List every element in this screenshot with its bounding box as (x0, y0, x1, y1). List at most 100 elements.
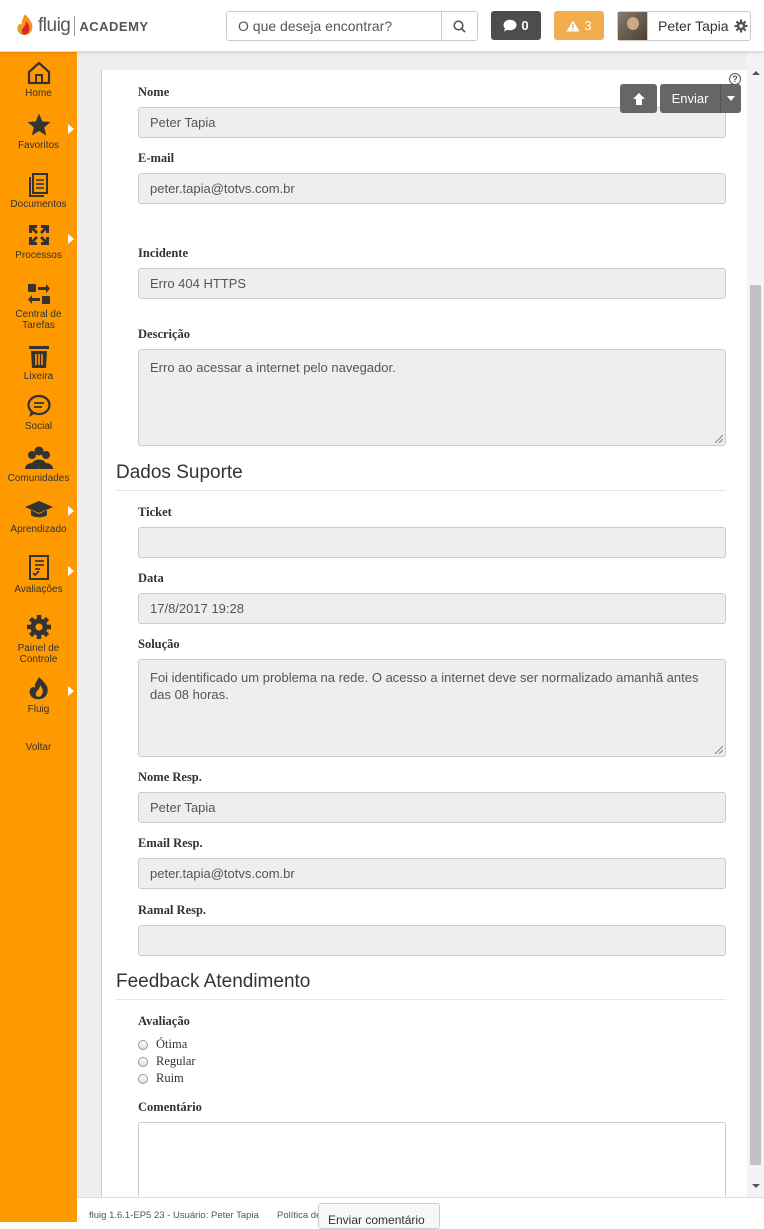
sidebar-item-label: Home (25, 88, 52, 99)
descricao-value: Erro ao acessar a internet pelo navegado… (150, 360, 396, 375)
sidebar-item-comunidades[interactable]: Comunidades (0, 445, 77, 484)
sidebar-item-home[interactable]: Home (0, 60, 77, 99)
logo-academy: ACADEMY (79, 18, 149, 34)
scroll-thumb[interactable] (750, 285, 761, 1165)
radio-button[interactable] (138, 1073, 148, 1084)
email-resp-value: peter.tapia@totvs.com.br (150, 866, 295, 881)
scroll-up-icon[interactable] (752, 71, 760, 75)
fluig-academy-logo[interactable]: fluig ACADEMY (15, 12, 149, 40)
data-value: 17/8/2017 19:28 (150, 601, 244, 616)
send-button[interactable]: Enviar (660, 84, 720, 113)
chat-bubble-icon (503, 19, 517, 32)
caret-right-icon (68, 506, 74, 516)
arrow-up-icon (632, 92, 645, 105)
logo-text: fluig (38, 15, 71, 36)
messages-count: 0 (521, 18, 529, 33)
radio-label: Ruim (156, 1071, 184, 1085)
radio-ruim[interactable]: Ruim (138, 1071, 184, 1086)
gear-icon (734, 19, 748, 33)
search-button[interactable] (441, 12, 477, 40)
footer-version: fluig 1.6.1-EP5 23 - Usuário: Peter Tapi… (89, 1210, 259, 1221)
graduation-icon (24, 501, 53, 518)
radio-button[interactable] (138, 1056, 148, 1067)
section-feedback-atendimento: Feedback Atendimento (116, 971, 726, 1000)
ramal-resp-field[interactable] (138, 925, 726, 956)
solucao-value: Foi identificado um problema na rede. O … (150, 670, 699, 702)
vertical-scrollbar[interactable] (747, 52, 764, 1197)
documents-icon (28, 173, 48, 197)
data-label: Data (138, 571, 164, 585)
sidebar-item-central-de-tarefas[interactable]: Central de Tarefas (0, 281, 77, 331)
sidebar-item-label: Painel de Controle (17, 643, 60, 665)
sidebar-item-documentos[interactable]: Documentos (0, 171, 77, 210)
messages-button[interactable]: 0 (491, 11, 541, 40)
sidebar-item-voltar[interactable]: Voltar (0, 740, 77, 753)
alerts-button[interactable]: 3 (554, 11, 604, 40)
chat-icon (26, 394, 51, 417)
resize-handle[interactable] (715, 746, 723, 754)
evaluation-icon (28, 555, 49, 580)
user-name: Peter Tapia (658, 18, 729, 34)
sidebar-item-lixeira[interactable]: Lixeira (0, 343, 77, 382)
caret-right-icon (68, 686, 74, 696)
search-box (226, 11, 478, 41)
radio-otima[interactable]: Ótima (138, 1037, 187, 1052)
email-resp-label: Email Resp. (138, 836, 203, 850)
email-resp-field[interactable]: peter.tapia@totvs.com.br (138, 858, 726, 889)
caret-right-icon (68, 566, 74, 576)
processes-icon (28, 225, 49, 245)
sidebar-item-fluig[interactable]: Fluig (0, 676, 77, 715)
sidebar-item-avaliacoes[interactable]: Avaliações (0, 554, 77, 595)
sidebar-item-label: Comunidades (7, 473, 70, 484)
descricao-label: Descrição (138, 327, 191, 341)
footer-policy-link[interactable]: Política de (277, 1210, 321, 1221)
tasks-icon (27, 284, 50, 304)
caret-right-icon (68, 234, 74, 244)
radio-regular[interactable]: Regular (138, 1054, 196, 1069)
email-label: E-mail (138, 151, 175, 165)
send-comment-button[interactable]: Enviar comentário (318, 1203, 440, 1229)
gear-icon (26, 615, 51, 639)
sidebar-item-painel-de-controle[interactable]: Painel de Controle (0, 613, 77, 665)
incidente-value: Erro 404 HTTPS (150, 276, 247, 291)
send-dropdown-button[interactable] (720, 84, 741, 113)
sidebar-item-label: Voltar (25, 742, 52, 753)
sidebar-item-label: Aprendizado (10, 524, 67, 535)
user-menu-button[interactable]: Peter Tapia (617, 11, 751, 41)
solucao-label: Solução (138, 637, 180, 651)
section-dados-suporte: Dados Suporte (116, 462, 726, 491)
descricao-textarea[interactable]: Erro ao acessar a internet pelo navegado… (138, 349, 726, 446)
radio-label: Ótima (156, 1037, 188, 1051)
data-field[interactable]: 17/8/2017 19:28 (138, 593, 726, 624)
scroll-down-icon[interactable] (752, 1184, 760, 1188)
comentario-label: Comentário (138, 1100, 202, 1114)
fluig-logo-icon (17, 14, 33, 36)
sidebar-item-label: Central de Tarefas (15, 309, 62, 331)
solucao-textarea[interactable]: Foi identificado um problema na rede. O … (138, 659, 726, 757)
trash-icon (28, 346, 49, 368)
logo-separator (74, 16, 76, 36)
sidebar-item-aprendizado[interactable]: Aprendizado (0, 498, 77, 535)
incidente-field[interactable]: Erro 404 HTTPS (138, 268, 726, 299)
scroll-top-button[interactable] (620, 84, 657, 113)
ticket-field[interactable] (138, 527, 726, 558)
alerts-count: 3 (584, 18, 592, 33)
incidente-label: Incidente (138, 246, 188, 260)
home-icon (27, 61, 50, 85)
warning-icon (566, 20, 580, 31)
radio-label: Regular (156, 1054, 196, 1068)
radio-button[interactable] (138, 1039, 148, 1050)
nome-resp-field[interactable]: Peter Tapia (138, 792, 726, 823)
email-field[interactable]: peter.tapia@totvs.com.br (138, 173, 726, 204)
send-button-group: Enviar (660, 84, 741, 113)
communities-icon (24, 446, 53, 469)
search-input[interactable] (227, 12, 441, 40)
sidebar-item-social[interactable]: Social (0, 393, 77, 432)
sidebar-item-processos[interactable]: Processos (0, 222, 77, 261)
ticket-label: Ticket (138, 505, 172, 519)
sidebar-item-favoritos[interactable]: Favoritos (0, 112, 77, 151)
email-value: peter.tapia@totvs.com.br (150, 181, 295, 196)
nome-value: Peter Tapia (150, 115, 216, 130)
star-icon (27, 113, 50, 136)
resize-handle[interactable] (715, 435, 723, 443)
